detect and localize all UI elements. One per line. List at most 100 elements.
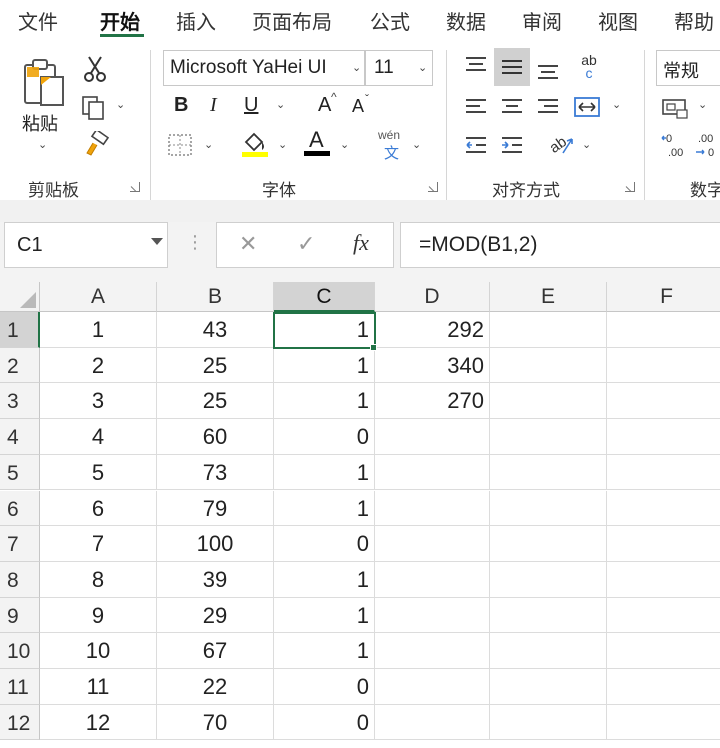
cell-f11[interactable] [607,669,720,705]
copy-icon[interactable] [80,94,108,122]
cell-c8[interactable]: 1 [274,561,375,598]
copy-dropdown-icon[interactable]: ⌄ [116,98,125,111]
cell-d9[interactable] [375,597,490,634]
font-launcher-icon[interactable] [428,182,438,192]
font-color-icon[interactable]: A [302,126,332,158]
cell-b12[interactable]: 70 [157,704,274,741]
increase-indent-icon[interactable] [498,132,526,158]
cell-e9[interactable] [490,597,607,634]
row-header-6[interactable]: 6 [0,490,40,527]
cell-f12[interactable] [607,705,720,741]
cell-a9[interactable]: 9 [40,597,157,634]
tab-home[interactable]: 开始 [100,6,140,35]
cell-b2[interactable]: 25 [157,347,274,384]
cut-icon[interactable] [82,54,108,84]
row-header-1[interactable]: 1 [0,312,40,348]
cell-c11[interactable]: 0 [274,669,375,705]
increase-decimal-icon[interactable]: 0.00 [660,130,690,160]
cell-a10[interactable]: 10 [40,633,157,669]
tab-insert[interactable]: 插入 [176,6,216,35]
decrease-indent-icon[interactable] [462,132,490,158]
cell-b9[interactable]: 29 [157,597,274,634]
borders-icon[interactable] [166,132,194,158]
row-header-3[interactable]: 3 [0,383,40,420]
cell-a1[interactable]: 1 [40,312,157,348]
cell-b1[interactable]: 43 [157,312,274,348]
name-box[interactable]: C1 [4,222,168,268]
alignment-launcher-icon[interactable] [625,182,635,192]
wrap-text-icon[interactable]: ab c [574,52,604,82]
cell-a2[interactable]: 2 [40,347,157,384]
select-all-corner[interactable] [0,282,40,312]
cell-d11[interactable] [375,669,490,705]
cell-b6[interactable]: 79 [157,490,274,527]
cell-e4[interactable] [490,419,607,455]
decrease-decimal-icon[interactable]: .00 0 [694,130,720,160]
cell-c2[interactable]: 1 [274,347,375,384]
cell-c4[interactable]: 0 [274,419,375,455]
accounting-format-icon[interactable] [660,96,690,120]
cell-a12[interactable]: 12 [40,704,157,741]
tab-review[interactable]: 审阅 [522,6,562,35]
cell-d8[interactable] [375,561,490,598]
row-header-9[interactable]: 9 [0,597,40,634]
phonetic-icon[interactable]: 文 [384,142,399,163]
tab-page-layout[interactable]: 页面布局 [252,6,332,35]
cell-f3[interactable] [607,383,720,420]
cell-e5[interactable] [490,454,607,491]
row-header-12[interactable]: 12 [0,704,40,741]
row-header-11[interactable]: 11 [0,669,40,705]
align-top-icon[interactable] [462,52,490,78]
fill-handle[interactable] [370,344,377,351]
cell-a8[interactable]: 8 [40,561,157,598]
cell-a11[interactable]: 11 [40,669,157,705]
borders-dropdown-icon[interactable]: ⌄ [204,138,213,151]
cell-b7[interactable]: 100 [157,526,274,562]
align-center-icon[interactable] [498,94,526,120]
cell-d12[interactable] [375,704,490,741]
tab-data[interactable]: 数据 [446,6,486,35]
column-header-c[interactable]: C [274,282,375,312]
column-header-d[interactable]: D [375,282,490,312]
phonetic-dropdown-icon[interactable]: ⌄ [412,138,421,151]
cell-d7[interactable] [375,526,490,562]
cancel-icon[interactable]: ✕ [239,231,257,257]
paste-dropdown-icon[interactable]: ⌄ [38,138,47,151]
font-size-select[interactable]: 11 ⌄ [365,50,433,86]
cell-f1[interactable] [607,312,720,348]
font-color-dropdown-icon[interactable]: ⌄ [340,138,349,151]
formula-bar-grip-icon[interactable]: ⋮ [186,232,204,253]
cell-d10[interactable] [375,633,490,669]
row-header-7[interactable]: 7 [0,526,40,562]
font-name-select[interactable]: Microsoft YaHei UI ⌄ [163,50,365,86]
cell-a5[interactable]: 5 [40,454,157,491]
cell-b11[interactable]: 22 [157,669,274,705]
cell-d5[interactable] [375,454,490,491]
cell-b3[interactable]: 25 [157,383,274,420]
shrink-font-button[interactable]: A [352,96,364,117]
cell-b5[interactable]: 73 [157,454,274,491]
merge-dropdown-icon[interactable]: ⌄ [612,98,621,111]
column-header-b[interactable]: B [157,282,274,312]
paste-label[interactable]: 粘贴 [22,110,58,136]
bold-button[interactable]: B [174,94,188,117]
cell-f4[interactable] [607,419,720,455]
align-bottom-icon[interactable] [534,58,562,84]
cell-c6[interactable]: 1 [274,490,375,527]
tab-help[interactable]: 帮助 [674,6,714,35]
cell-c12[interactable]: 0 [274,704,375,741]
cell-e8[interactable] [490,561,607,598]
fill-color-dropdown-icon[interactable]: ⌄ [278,138,287,151]
orientation-dropdown-icon[interactable]: ⌄ [582,138,591,151]
cell-e7[interactable] [490,526,607,562]
cell-a4[interactable]: 4 [40,419,157,455]
enter-icon[interactable]: ✓ [297,231,315,257]
column-header-f[interactable]: F [607,282,720,312]
cell-d6[interactable] [375,490,490,527]
cell-b4[interactable]: 60 [157,419,274,455]
cell-e10[interactable] [490,633,607,669]
cell-a3[interactable]: 3 [40,383,157,420]
formula-input[interactable]: =MOD(B1,2) [400,222,720,268]
insert-function-icon[interactable]: fx [353,230,369,256]
cell-f5[interactable] [607,455,720,491]
